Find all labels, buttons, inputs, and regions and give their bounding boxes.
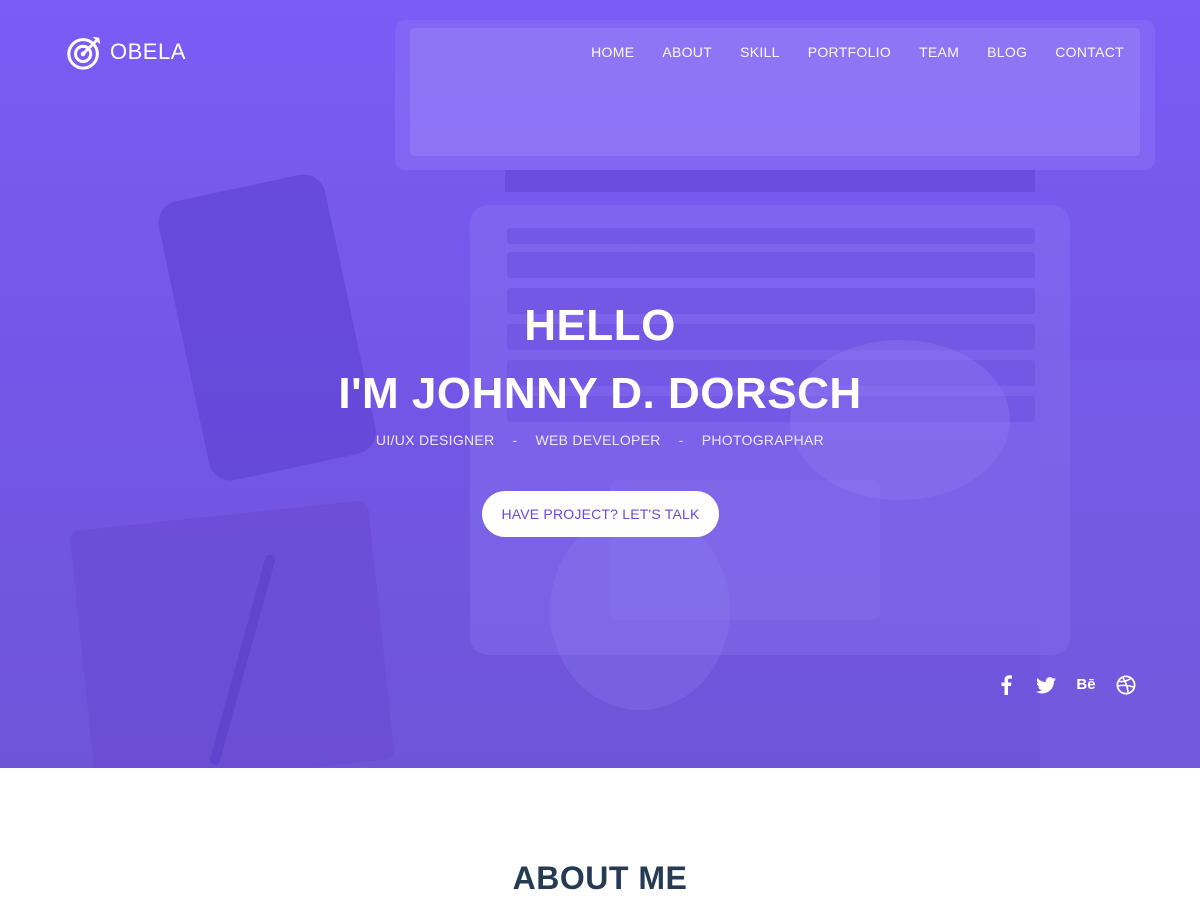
nav-item-blog[interactable]: BLOG [987,42,1027,62]
twitter-icon[interactable] [1034,674,1058,696]
hero-roles: UI/UX DESIGNER - WEB DEVELOPER - PHOTOGR… [0,430,1200,450]
role-item: UI/UX DESIGNER [375,432,495,448]
nav-item-home[interactable]: HOME [591,42,634,62]
role-separator: - [678,432,684,448]
brand-logo[interactable]: OBELA [66,33,186,71]
nav-item-portfolio[interactable]: PORTFOLIO [808,42,891,62]
hero-section: OBELA HOME ABOUT SKILL PORTFOLIO TEAM BL… [0,0,1200,768]
brand-name: OBELA [110,39,186,64]
role-item: PHOTOGRAPHAR [701,432,825,448]
hero-greeting: HELLO [524,301,676,350]
hero-content: HELLO I'M JOHNNY D. DORSCH UI/UX DESIGNE… [0,298,1200,450]
hero-name: I'M JOHNNY D. DORSCH [338,369,862,418]
social-links: Bē [994,674,1138,696]
contact-cta-button[interactable]: HAVE PROJECT? LET'S TALK [482,491,719,537]
behance-label: Bē [1076,676,1096,693]
main-nav: HOME ABOUT SKILL PORTFOLIO TEAM BLOG CON… [591,42,1124,62]
nav-item-about[interactable]: ABOUT [662,42,712,62]
about-section-title: ABOUT ME [512,860,688,896]
role-separator: - [512,432,518,448]
behance-icon[interactable]: Bē [1074,674,1098,696]
nav-item-team[interactable]: TEAM [919,42,959,62]
nav-item-skill[interactable]: SKILL [740,42,780,62]
target-arrow-icon [67,36,101,70]
role-item: WEB DEVELOPER [535,432,661,448]
facebook-icon[interactable] [994,674,1018,696]
dribbble-icon[interactable] [1114,674,1138,696]
nav-item-contact[interactable]: CONTACT [1055,42,1124,62]
